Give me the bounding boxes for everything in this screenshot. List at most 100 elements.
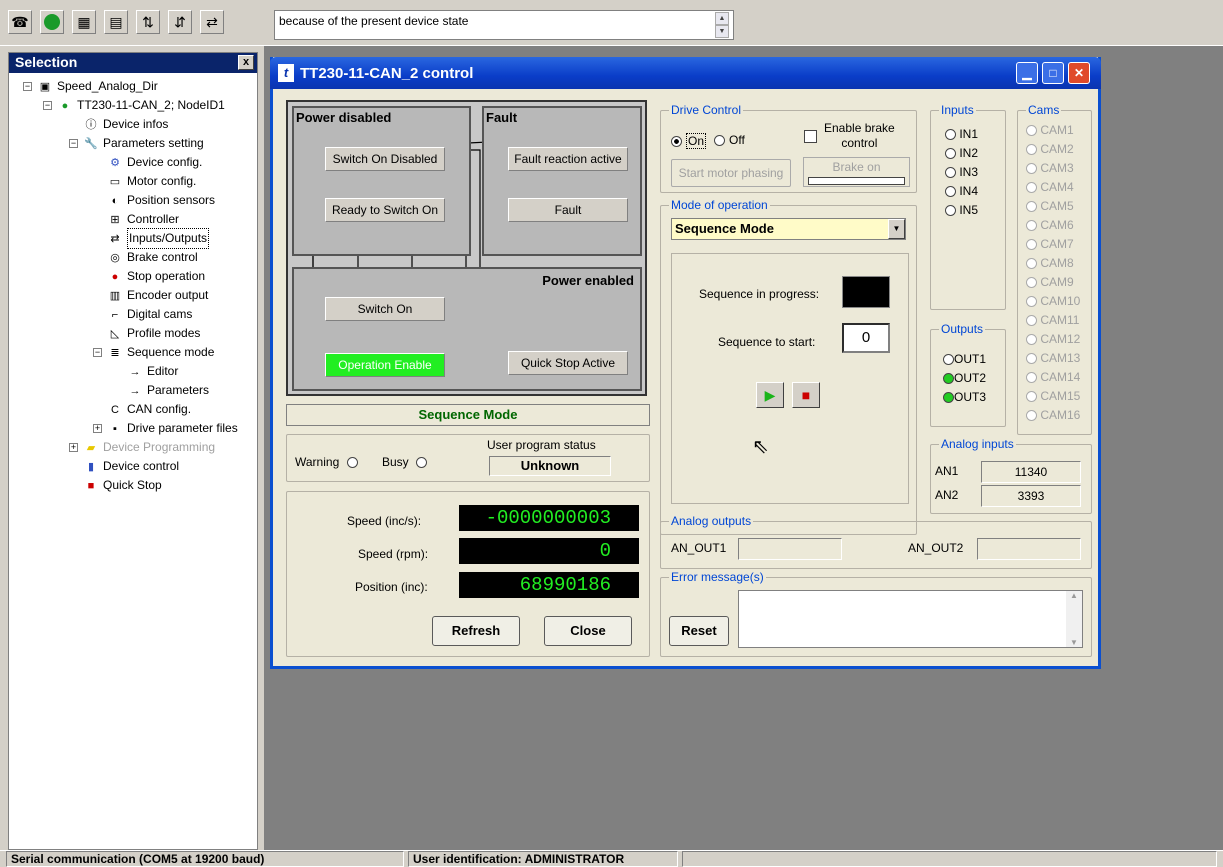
tree-item-profile-modes[interactable]: ◺ Profile modes: [107, 324, 201, 343]
collapse-icon[interactable]: −: [93, 348, 102, 357]
dialog-titlebar[interactable]: t TT230-11-CAN_2 control ▁ □ ✕: [270, 57, 1101, 89]
tree-item-label: Editor: [147, 364, 179, 378]
cam-led: [1026, 353, 1037, 365]
expand-icon[interactable]: +: [93, 424, 102, 433]
scroll-down-icon[interactable]: ▼: [715, 25, 729, 38]
tree-item-sequence-mode[interactable]: ≣ Sequence mode: [107, 343, 214, 362]
scroll-up-icon[interactable]: ▲: [715, 12, 729, 25]
an-out2-field[interactable]: [977, 538, 1081, 560]
oscilloscope-icon[interactable]: ▦: [72, 10, 96, 34]
collapse-icon[interactable]: −: [23, 82, 32, 91]
inputs-label: Inputs: [939, 103, 976, 117]
tree-item-parameters[interactable]: → Parameters: [127, 381, 210, 400]
state-quick-stop-active[interactable]: Quick Stop Active: [508, 351, 628, 375]
state-switch-on-disabled[interactable]: Switch On Disabled: [325, 147, 445, 171]
tree-item-inputs-outputs[interactable]: ⇄ Inputs/Outputs: [107, 228, 210, 249]
cam-cam15: CAM15: [1026, 387, 1080, 406]
tree-item-label: Speed_Analog_Dir: [57, 79, 158, 93]
brake-on-button[interactable]: Brake on: [803, 157, 910, 187]
collapse-icon[interactable]: −: [43, 101, 52, 110]
tree-item-device-programming[interactable]: ▰ Device Programming: [83, 438, 215, 457]
cam-led: [1026, 144, 1037, 156]
power-disabled-box: Power disabled: [292, 106, 471, 256]
close-icon[interactable]: x: [238, 55, 254, 70]
tree-item-editor[interactable]: → Editor: [127, 362, 179, 381]
download-icon[interactable]: ⇵: [168, 10, 192, 34]
mode-banner: Sequence Mode: [286, 404, 650, 426]
cam-led: [1026, 334, 1037, 346]
tree-item-tt230-11-can-2-nodeid1[interactable]: ● TT230-11-CAN_2; NodeID1: [57, 96, 225, 115]
sensor-icon: ◐: [111, 194, 119, 207]
on-radio[interactable]: On: [671, 133, 707, 149]
minimize-icon[interactable]: ▁: [1016, 62, 1038, 84]
state-fault-reaction-active[interactable]: Fault reaction active: [508, 147, 628, 171]
collapse-icon[interactable]: −: [69, 139, 78, 148]
tree-item-device-control[interactable]: ▮ Device control: [83, 457, 179, 476]
tree-item-motor-config[interactable]: ▭ Motor config.: [107, 172, 197, 191]
tree-item-position-sensors[interactable]: ◐ Position sensors: [107, 191, 215, 210]
input-label: IN3: [959, 165, 979, 179]
tree-item-stop-operation[interactable]: ● Stop operation: [107, 267, 205, 286]
enable-brake-label: Enable brake control: [824, 121, 895, 151]
scroll-up-icon[interactable]: ▲: [1066, 591, 1082, 600]
status-bar: Serial communication (COM5 at 19200 baud…: [0, 850, 1223, 867]
message-scroll[interactable]: ▲ ▼: [715, 12, 729, 38]
off-radio-dot: [714, 134, 725, 146]
cam-led: [1026, 258, 1037, 270]
off-radio[interactable]: Off: [714, 133, 745, 147]
tree-item-quick-stop[interactable]: ■ Quick Stop: [83, 476, 162, 495]
tree-item-label: Drive parameter files: [127, 421, 238, 435]
message-box[interactable]: because of the present device state ▲ ▼: [274, 10, 734, 40]
close-icon[interactable]: ✕: [1068, 62, 1090, 84]
tree-item-label: Device config.: [127, 155, 203, 169]
play-icon[interactable]: ▶: [756, 382, 784, 408]
fault-box: Fault: [482, 106, 642, 256]
scroll-down-icon[interactable]: ▼: [1066, 638, 1082, 647]
refresh-button[interactable]: Refresh: [432, 616, 520, 646]
tree-item-can-config[interactable]: C CAN config.: [107, 400, 191, 419]
output-label: OUT1: [954, 352, 987, 366]
user-program-status: Unknown: [489, 456, 611, 476]
reset-button[interactable]: Reset: [669, 616, 729, 646]
seq-to-start-input[interactable]: 0: [842, 323, 890, 353]
tree-item-digital-cams[interactable]: ⌐ Digital cams: [107, 305, 193, 324]
tree-item-device-infos[interactable]: ⓘ Device infos: [83, 115, 169, 134]
tree-item-parameters-setting[interactable]: 🔧 Parameters setting: [83, 134, 204, 153]
an-out1-field[interactable]: [738, 538, 842, 560]
state-fault[interactable]: Fault: [508, 198, 628, 222]
tree-item-speed-analog-dir[interactable]: ▣ Speed_Analog_Dir: [37, 77, 158, 96]
tree-item-controller[interactable]: ⊞ Controller: [107, 210, 179, 229]
transfer-icon[interactable]: ⇄: [200, 10, 224, 34]
state-switch-on[interactable]: Switch On: [325, 297, 445, 321]
tree-item-encoder-output[interactable]: ▥ Encoder output: [107, 286, 209, 305]
start-motor-phasing-button[interactable]: Start motor phasing: [671, 159, 791, 187]
tree-item-device-config[interactable]: ⚙ Device config.: [107, 153, 202, 172]
an1-label: AN1: [935, 464, 959, 478]
maximize-icon[interactable]: □: [1042, 62, 1064, 84]
selection-panel: Selection x ▣ Speed_Analog_Dir − ● TT230-11-…: [8, 52, 258, 850]
document-icon[interactable]: ▤: [104, 10, 128, 34]
state-ready-to-switch-on[interactable]: Ready to Switch On: [325, 198, 445, 222]
drive-control-group: Drive Control On Off Enable brake control…: [660, 103, 917, 193]
tree-item-brake-control[interactable]: ◎ Brake control: [107, 248, 198, 267]
error-scrollbar[interactable]: ▲ ▼: [1066, 591, 1082, 647]
tree-item-label: Device Programming: [103, 440, 216, 454]
output-led: [943, 354, 954, 366]
tree-item-label: TT230-11-CAN_2; NodeID1: [77, 98, 225, 112]
mode-select[interactable]: Sequence Mode ▼: [671, 218, 906, 240]
app-icon: t: [278, 64, 294, 82]
error-messages-box[interactable]: ▲ ▼: [738, 590, 1083, 648]
close-button[interactable]: Close: [544, 616, 632, 646]
upload-icon[interactable]: ⇅: [136, 10, 160, 34]
expand-icon[interactable]: +: [69, 443, 78, 452]
readout-group: Speed (inc/s): -0000000003 Speed (rpm): …: [286, 491, 650, 657]
state-operation-enable[interactable]: Operation Enable: [325, 353, 445, 377]
chevron-down-icon[interactable]: ▼: [888, 219, 905, 239]
device-icon[interactable]: ☎: [8, 10, 32, 34]
stop-icon[interactable]: ■: [792, 382, 820, 408]
status-led-icon[interactable]: [40, 10, 64, 34]
tree-item-drive-parameter-files[interactable]: ▪ Drive parameter files: [107, 419, 238, 438]
can-icon: C: [111, 403, 119, 416]
enable-brake-checkbox[interactable]: [804, 130, 817, 143]
warning-label: Warning: [295, 455, 340, 469]
